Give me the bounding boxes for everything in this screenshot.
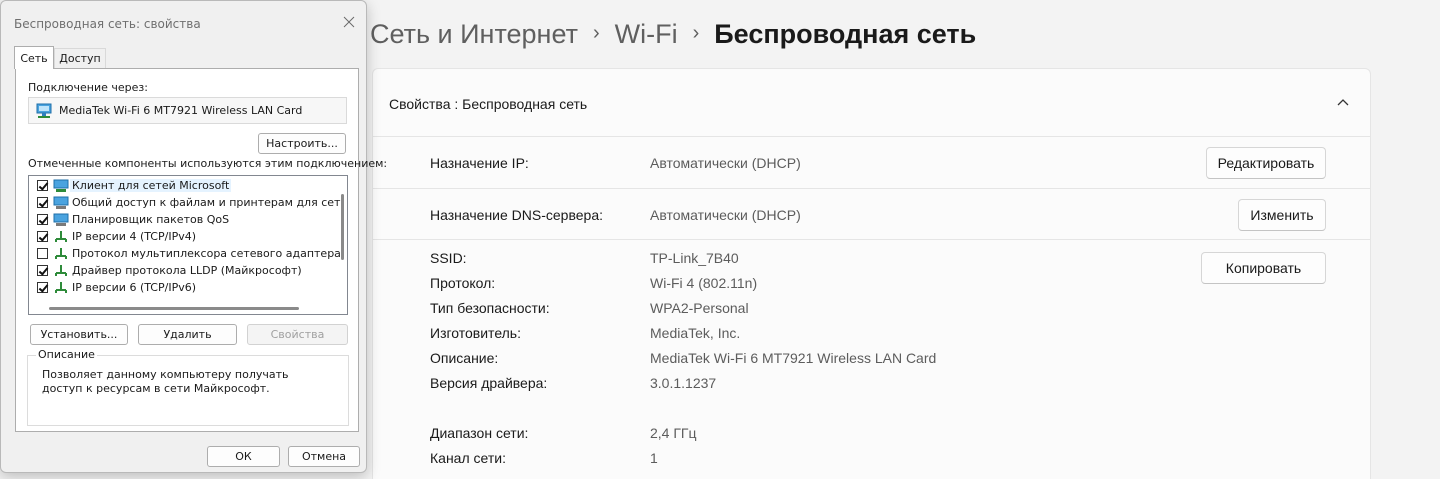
list-item-label: Драйвер протокола LLDP (Майкрософт) (72, 264, 302, 277)
install-button[interactable]: Установить... (30, 324, 128, 345)
list-item[interactable]: Планировщик пакетов QoS (29, 211, 341, 228)
breadcrumb-wifi[interactable]: Wi-Fi (615, 19, 678, 50)
checkbox[interactable] (37, 197, 48, 208)
checkbox[interactable] (37, 214, 48, 225)
card-title: Свойства : Беспроводная сеть (389, 96, 588, 112)
list-item[interactable]: Клиент для сетей Microsoft (29, 177, 341, 194)
list-item[interactable]: Протокол мультиплексора сетевого адаптер… (29, 245, 341, 262)
card-header[interactable]: Свойства : Беспроводная сеть (373, 69, 1370, 137)
ip-assignment-row: Назначение IP: Автоматически (DHCP) Реда… (373, 137, 1370, 189)
adapter-name: MediaTek Wi-Fi 6 MT7921 Wireless LAN Car… (59, 104, 303, 117)
ip-assignment-value: Автоматически (DHCP) (650, 155, 801, 171)
description-text: Позволяет данному компьютеру получать до… (42, 368, 289, 395)
protocol-icon (55, 281, 67, 293)
ip-assignment-label: Назначение IP: (430, 155, 529, 171)
detail-label: Тип безопасности: (430, 300, 550, 316)
detail-value: WPA2-Personal (650, 300, 749, 316)
copy-button[interactable]: Копировать (1201, 252, 1326, 284)
checkbox[interactable] (37, 231, 48, 242)
components-list[interactable]: Клиент для сетей Microsoft Общий доступ … (28, 175, 348, 315)
dialog-title: Беспроводная сеть: свойства (14, 17, 201, 31)
checkbox[interactable] (37, 248, 48, 259)
list-item-label: Клиент для сетей Microsoft (70, 179, 232, 192)
network-service-icon (53, 196, 69, 209)
list-item-label: Общий доступ к файлам и принтерам для се… (72, 196, 341, 209)
breadcrumb-network-internet[interactable]: Сеть и Интернет (370, 19, 578, 50)
detail-label: Версия драйвера: (430, 375, 548, 391)
close-icon[interactable] (342, 15, 356, 29)
detail-label: Протокол: (430, 275, 496, 291)
list-item[interactable]: Общий доступ к файлам и принтерам для се… (29, 194, 341, 211)
adapter-properties-dialog: Беспроводная сеть: свойства Сеть Доступ … (0, 0, 387, 473)
horizontal-scrollbar[interactable] (49, 307, 299, 310)
ok-button[interactable]: ОК (207, 446, 280, 467)
protocol-icon (55, 264, 67, 276)
detail-value: MediaTek, Inc. (650, 325, 741, 341)
protocol-icon (55, 247, 67, 259)
network-details: Копировать SSID: TP-Link_7B40 Протокол: … (373, 240, 1370, 479)
detail-label: Изготовитель: (430, 325, 521, 341)
detail-label: Канал сети: (430, 450, 506, 466)
tab-sharing[interactable]: Доступ (54, 48, 106, 68)
dns-assignment-label: Назначение DNS-сервера: (430, 207, 603, 223)
properties-button[interactable]: Свойства (247, 324, 348, 345)
dialog-titlebar[interactable]: Беспроводная сеть: свойства (1, 1, 366, 45)
list-item-label: IP версии 6 (TCP/IPv6) (72, 281, 197, 294)
checkbox[interactable] (37, 180, 48, 191)
components-label: Отмеченные компоненты используются этим … (28, 157, 388, 170)
chevron-up-icon[interactable] (1336, 97, 1350, 107)
detail-value: TP-Link_7B40 (650, 250, 739, 266)
tab-network[interactable]: Сеть (14, 46, 54, 69)
detail-label: Диапазон сети: (430, 425, 529, 441)
page-title: Беспроводная сеть (714, 18, 977, 49)
wireless-properties-card: Свойства : Беспроводная сеть Назначение … (372, 68, 1371, 479)
connect-via-label: Подключение через: (28, 81, 148, 94)
detail-value: 3.0.1.1237 (650, 375, 717, 391)
remove-button[interactable]: Удалить (138, 324, 237, 345)
adapter-field: MediaTek Wi-Fi 6 MT7921 Wireless LAN Car… (28, 97, 347, 124)
checkbox[interactable] (37, 282, 48, 293)
cancel-button[interactable]: Отмена (288, 446, 360, 467)
dns-assignment-value: Автоматически (DHCP) (650, 207, 801, 223)
list-item-label: Протокол мультиплексора сетевого адаптер… (72, 247, 341, 260)
chevron-right-icon: › (692, 21, 700, 44)
network-client-icon (53, 179, 69, 192)
description-legend: Описание (36, 348, 97, 361)
edit-dns-button[interactable]: Изменить (1238, 199, 1326, 231)
list-item[interactable]: Драйвер протокола LLDP (Майкрософт) (29, 262, 341, 279)
detail-value: 2,4 ГГц (650, 425, 697, 441)
checkbox[interactable] (37, 265, 48, 276)
list-item-label: IP версии 4 (TCP/IPv4) (72, 230, 197, 243)
configure-button[interactable]: Настроить... (258, 133, 346, 154)
edit-ip-button[interactable]: Редактировать (1206, 147, 1326, 179)
detail-label: SSID: (430, 250, 467, 266)
vertical-scrollbar[interactable] (341, 194, 344, 260)
list-item-label: Планировщик пакетов QoS (72, 213, 230, 226)
chevron-right-icon: › (592, 21, 600, 44)
dns-assignment-row: Назначение DNS-сервера: Автоматически (D… (373, 189, 1370, 240)
detail-label: Описание: (430, 350, 499, 366)
detail-value: Wi-Fi 4 (802.11n) (650, 275, 758, 291)
detail-value: MediaTek Wi-Fi 6 MT7921 Wireless LAN Car… (650, 350, 937, 366)
list-item[interactable]: IP версии 6 (TCP/IPv6) (29, 279, 341, 296)
network-adapter-icon (36, 103, 52, 118)
breadcrumb: Сеть и Интернет › Wi-Fi › Беспроводная с… (370, 14, 976, 54)
network-tab-panel: Подключение через: MediaTek Wi-Fi 6 MT79… (15, 68, 387, 432)
detail-value: 1 (650, 450, 658, 466)
description-group: Описание Позволяет данному компьютеру по… (27, 348, 349, 426)
protocol-icon (55, 230, 67, 242)
network-service-icon (53, 213, 69, 226)
list-item[interactable]: IP версии 4 (TCP/IPv4) (29, 228, 341, 245)
